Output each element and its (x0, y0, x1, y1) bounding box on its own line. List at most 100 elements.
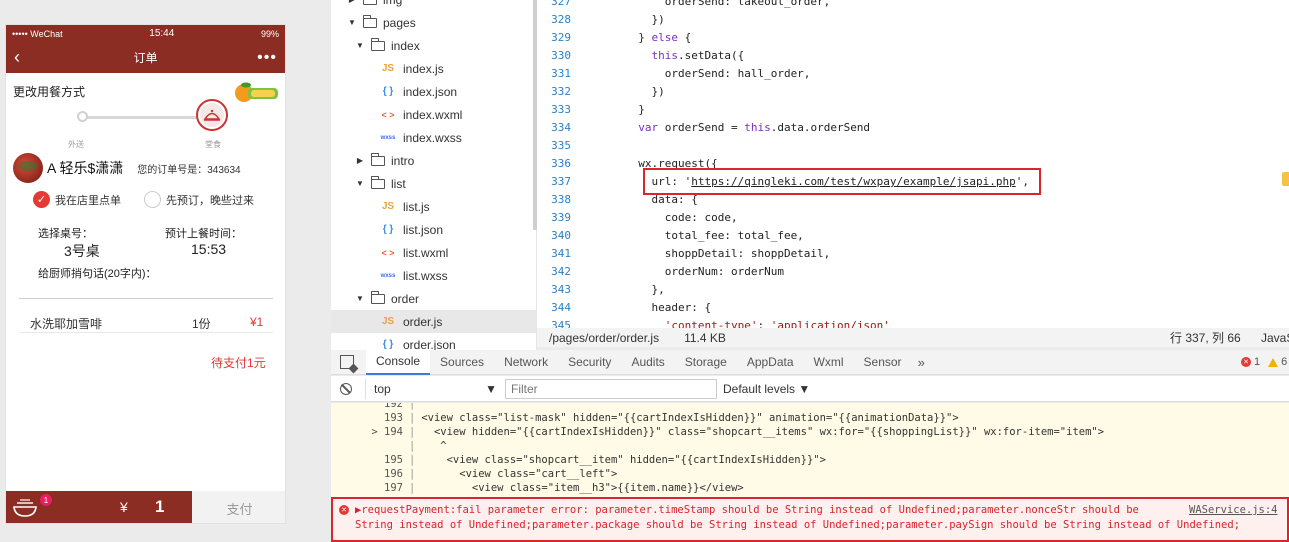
tree-item-label: index.wxml (403, 107, 463, 122)
more-icon[interactable]: ••• (257, 49, 277, 67)
context-select[interactable]: top ▼ (365, 378, 501, 399)
error-text-line1: ▶requestPayment:fail parameter error: pa… (355, 504, 1139, 516)
tab-console[interactable]: Console (366, 349, 431, 375)
chevron-down-icon[interactable]: ▼ (355, 179, 365, 188)
error-count-icon: ✕ (1241, 357, 1251, 367)
tree-item-pages[interactable]: ▼ pages (331, 11, 536, 34)
note-label[interactable]: 给厨师捎句话(20字内)： (38, 265, 157, 281)
tree-item-intro[interactable]: ▶ intro (331, 149, 536, 172)
code-line[interactable]: total_fee: total_fee, (625, 229, 804, 242)
option-preorder[interactable]: 先预订，晚些过来 (144, 191, 254, 208)
code-editor[interactable]: 327 328 329 330 331 332 333 334 335 336 337 338 339 3… (537, 0, 1289, 328)
clear-console-icon[interactable] (340, 382, 352, 395)
code-line[interactable]: orderSend: hall_order, (625, 67, 811, 80)
log-levels-select[interactable]: Default levels ▼ (723, 382, 810, 396)
error-text-line2: String instead of Undefined;parameter.pa… (355, 519, 1241, 531)
pay-button[interactable]: 支付 (192, 491, 285, 523)
file-tree: ▶ img ▼ pages ▼ index JS index.js { } index.json <… (331, 0, 537, 352)
option-preorder-label: 先预订，晚些过来 (166, 194, 254, 207)
inspect-icon[interactable] (340, 355, 354, 369)
code-line[interactable]: orderSend: takeout_order, (625, 0, 831, 8)
tree-item-index-wxss[interactable]: wxss index.wxss (331, 126, 536, 149)
tab-sensor[interactable]: Sensor (854, 350, 912, 375)
checked-radio-icon[interactable]: ✓ (33, 191, 50, 208)
code-line[interactable]: } else { (625, 31, 691, 44)
tree-item-index-json[interactable]: { } index.json (331, 80, 536, 103)
divider (19, 332, 273, 333)
tab-appdata[interactable]: AppData (737, 350, 804, 375)
mode-dine-in-knob[interactable] (196, 99, 228, 131)
tree-item-index[interactable]: ▼ index (331, 34, 536, 57)
tree-item-list[interactable]: ▼ list (331, 172, 536, 195)
language-mode[interactable]: JavaS (1261, 331, 1289, 345)
tree-item-list-wxml[interactable]: < > list.wxml (331, 241, 536, 264)
folder-icon (371, 152, 385, 166)
cart-summary[interactable]: 1 ¥ 1 (6, 491, 192, 523)
tree-item-list-json[interactable]: { } list.json (331, 218, 536, 241)
line-number: 334 (551, 121, 571, 134)
tab-sources[interactable]: Sources (430, 350, 494, 375)
chevron-down-icon[interactable]: ▼ (355, 41, 365, 50)
tab-audits[interactable]: Audits (621, 350, 674, 375)
back-icon[interactable]: ‹ (14, 47, 34, 68)
code-line[interactable]: }, (625, 283, 664, 296)
file-path: /pages/order/order.js (549, 330, 660, 345)
tab-security[interactable]: Security (558, 350, 621, 375)
folder-icon (371, 290, 385, 304)
code-line[interactable]: }) (625, 13, 664, 26)
folder-icon (363, 14, 377, 28)
tree-item-img[interactable]: ▶ img (331, 0, 536, 11)
item-quantity: 1份 (192, 317, 211, 331)
error-icon: ✕ (339, 505, 349, 515)
wxml-file-icon: < > (381, 247, 395, 258)
error-source-link[interactable]: WAService.js:4 (1189, 504, 1278, 516)
table-value[interactable]: 3号桌 (64, 241, 100, 261)
code-line[interactable]: var orderSend = this.data.orderSend (625, 121, 870, 134)
code-line[interactable]: shoppDetail: shoppDetail, (625, 247, 831, 260)
tree-item-order[interactable]: ▼ order (331, 287, 536, 310)
console-line: 193 | <view class="list-mask" hidden="{{ca… (331, 412, 959, 424)
code-line[interactable]: this.setData({ (625, 49, 745, 62)
code-line[interactable]: orderNum: orderNum (625, 265, 784, 278)
tree-item-index-js[interactable]: JS index.js (331, 57, 536, 80)
more-tabs-icon[interactable]: » (912, 355, 931, 370)
item-price: ¥1 (250, 315, 264, 329)
wxss-file-icon: wxss (380, 272, 396, 279)
code-line[interactable]: }) (625, 85, 664, 98)
eta-value[interactable]: 15:53 (191, 241, 226, 257)
option-dine-in[interactable]: ✓ 我在店里点单 (33, 191, 121, 208)
fruit-logo-icon (235, 82, 278, 102)
tree-item-label: list.wxss (403, 268, 448, 283)
tree-item-list-wxss[interactable]: wxss list.wxss (331, 264, 536, 287)
console-line-number: > 194 (371, 426, 403, 438)
line-number: 332 (551, 85, 571, 98)
unchecked-radio-icon[interactable] (144, 191, 161, 208)
error-message[interactable]: ✕ ▶requestPayment:fail parameter error: … (331, 497, 1289, 542)
chevron-right-icon[interactable]: ▶ (355, 156, 365, 165)
issue-counts[interactable]: ✕ 1 6 (1241, 356, 1287, 368)
chevron-down-icon[interactable]: ▼ (355, 294, 365, 303)
tab-network[interactable]: Network (494, 350, 558, 375)
code-line[interactable]: 'content-type': 'application/json' (625, 319, 890, 328)
folder-icon (363, 0, 377, 5)
tree-item-index-wxml[interactable]: < > index.wxml (331, 103, 536, 126)
tab-storage[interactable]: Storage (675, 350, 737, 375)
tree-item-list-js[interactable]: JS list.js (331, 195, 536, 218)
line-number: 345 (551, 319, 571, 328)
chevron-right-icon[interactable]: ▶ (347, 0, 357, 4)
tab-wxml[interactable]: Wxml (804, 350, 854, 375)
code-line[interactable]: header: { (625, 301, 711, 314)
tree-item-order-js[interactable]: JS order.js (331, 310, 536, 333)
line-number: 342 (551, 265, 571, 278)
clock: 15:44 (149, 28, 175, 39)
warning-marker[interactable] (1282, 172, 1289, 186)
line-number: 331 (551, 67, 571, 80)
code-line[interactable]: code: code, (625, 211, 738, 224)
chevron-down-icon[interactable]: ▼ (347, 18, 357, 27)
console-gutter-bar: | (409, 468, 416, 480)
mode-takeout-knob[interactable] (77, 111, 88, 122)
dish-cover-icon (203, 109, 221, 121)
filter-input[interactable] (505, 378, 717, 399)
line-number: 335 (551, 139, 571, 152)
code-line[interactable]: } (625, 103, 645, 116)
